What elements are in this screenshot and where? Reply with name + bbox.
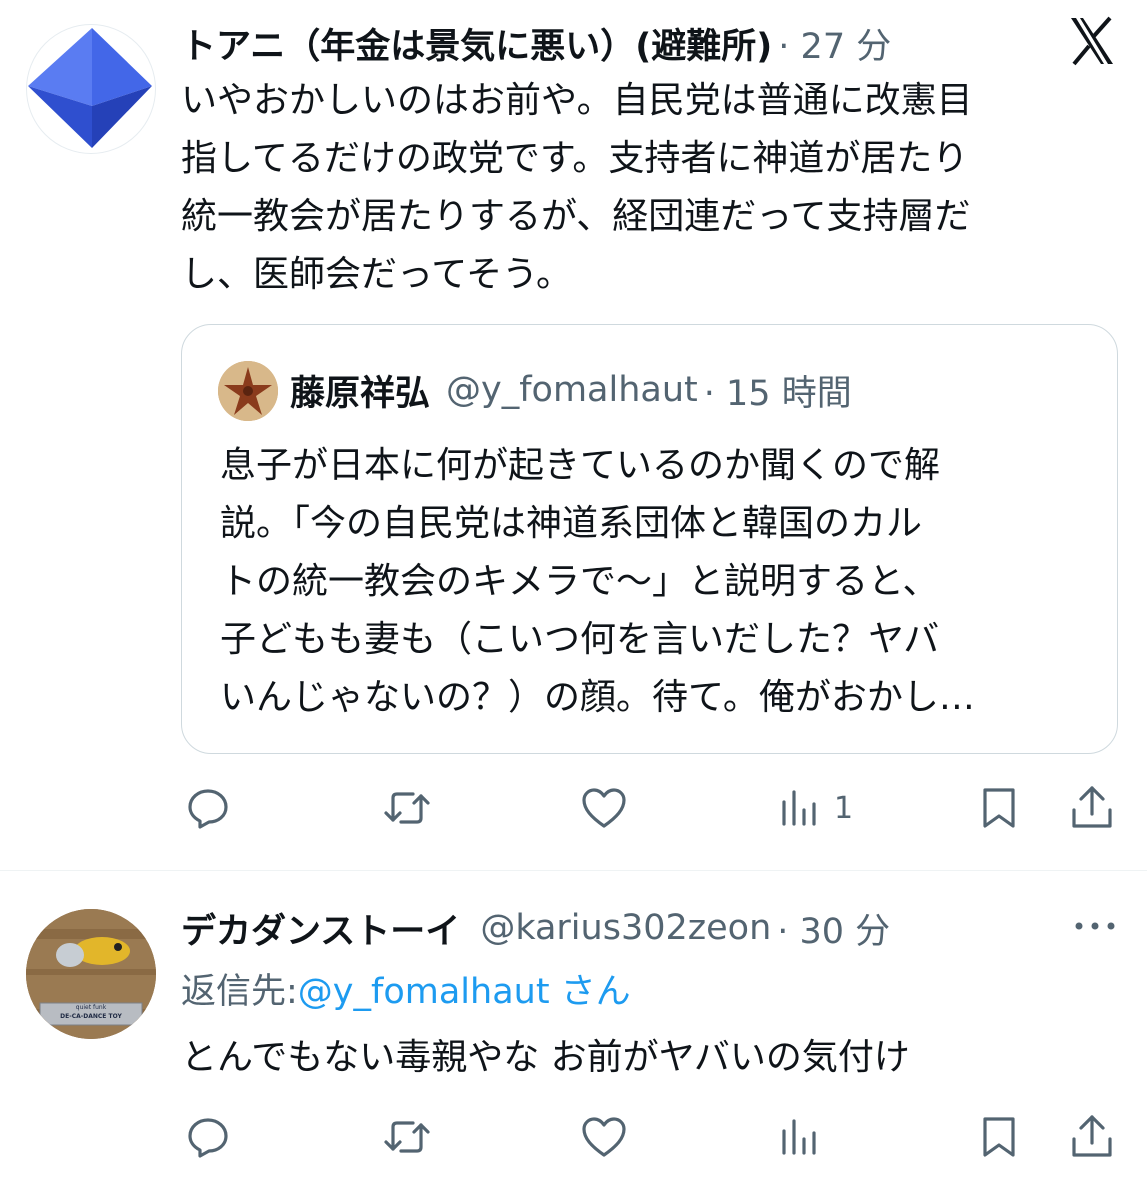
post-1-body-line: 統一教会が居たりするが、経団連だって支持層だ <box>181 196 971 237</box>
starfish-avatar-icon <box>218 361 278 421</box>
repost-icon <box>384 792 430 824</box>
repost-button[interactable] <box>382 1113 432 1161</box>
reply-button[interactable] <box>184 1113 232 1161</box>
post-1-author-name[interactable]: トアニ（年金は景気に悪い）(避難所) <box>181 18 772 69</box>
quoted-body-line: 息子が日本に何が起きているのか聞くので解 <box>220 445 941 486</box>
bookmark-icon <box>983 788 1015 828</box>
reply-icon <box>188 1118 228 1158</box>
quoted-author-name[interactable]: 藤原祥弘 <box>290 365 430 416</box>
post-2[interactable]: quiet funk DE-CA-DANCE TOY デカダンストーイ @kar… <box>0 871 1147 1200</box>
quoted-post-avatar[interactable] <box>218 361 278 421</box>
quoted-body-line: 子どもも妻も（こいつ何を言いだした？ヤバ <box>220 619 940 660</box>
views-count: 1 <box>834 790 854 826</box>
like-button[interactable] <box>580 1113 628 1161</box>
views-icon <box>782 790 816 826</box>
share-button[interactable] <box>1068 782 1116 832</box>
more-button[interactable] <box>1072 911 1118 941</box>
share-button[interactable] <box>1068 1111 1116 1161</box>
quoted-author-handle[interactable]: @y_fomalhaut <box>446 370 698 410</box>
repost-button[interactable] <box>382 784 432 832</box>
x-logo-icon[interactable] <box>1069 16 1115 66</box>
diamond-avatar-icon <box>28 28 152 148</box>
views-button[interactable] <box>780 1113 828 1161</box>
share-icon <box>1072 786 1112 828</box>
post-1-avatar[interactable] <box>26 24 156 154</box>
post-2-author-name[interactable]: デカダンストーイ <box>181 903 460 954</box>
reply-button[interactable] <box>184 784 232 832</box>
avatar-label-2: DE-CA-DANCE TOY <box>60 1013 122 1020</box>
reply-icon <box>188 789 228 829</box>
bookmark-icon <box>983 1117 1015 1157</box>
post-1-body-line: いやおかしいのはお前や。自民党は普通に改憲目 <box>181 80 973 121</box>
avatar-label-1: quiet funk <box>75 1004 107 1011</box>
views-icon <box>782 1119 816 1155</box>
bookmark-button[interactable] <box>976 1113 1022 1161</box>
quoted-body: 息子が日本に何が起きているのか聞くので解 説。「今の自民党は神道系団体と韓国のカ… <box>220 437 1100 727</box>
like-button[interactable] <box>580 784 628 832</box>
reply-to-link[interactable]: @y_fomalhaut さん <box>298 963 631 1014</box>
bookmark-button[interactable] <box>976 784 1022 832</box>
views-button[interactable]: 1 <box>780 784 870 832</box>
repost-icon <box>384 1121 430 1153</box>
quoted-body-line: 説。「今の自民党は神道系団体と韓国のカル <box>220 503 923 544</box>
heart-icon <box>582 1117 626 1157</box>
post-2-body-line: とんでもない毒親やな お前がヤバいの気付け <box>181 1037 910 1078</box>
post-1-body: いやおかしいのはお前や。自民党は普通に改憲目 指してるだけの政党です。支持者に神… <box>181 72 1111 304</box>
post-1-body-line: し、医師会だってそう。 <box>181 254 572 295</box>
quoted-post[interactable]: 藤原祥弘 @y_fomalhaut · 15 時間 息子が日本に何が起きているの… <box>181 324 1118 754</box>
reply-to-label: 返信先: <box>181 971 298 1012</box>
post-2-avatar[interactable]: quiet funk DE-CA-DANCE TOY <box>26 909 156 1039</box>
post-1[interactable]: トアニ（年金は景気に悪い）(避難所) · 27 分 いやおかしいのはお前や。自民… <box>0 0 1147 870</box>
quoted-body-line: トの統一教会のキメラで〜」と説明すると、 <box>220 561 939 602</box>
quoted-timestamp[interactable]: · 15 時間 <box>704 365 852 416</box>
heart-icon <box>582 788 626 828</box>
post-1-body-line: 指してるだけの政党です。支持者に神道が居たり <box>181 138 969 179</box>
post-2-timestamp[interactable]: · 30 分 <box>777 903 890 954</box>
post-1-timestamp[interactable]: · 27 分 <box>778 18 891 69</box>
quoted-body-line: いんじゃないの？）の顔。待て。俺がおかし… <box>220 677 975 718</box>
post-2-author-handle[interactable]: @karius302zeon <box>480 908 771 948</box>
share-icon <box>1072 1115 1112 1157</box>
more-icon <box>1075 922 1115 930</box>
post-2-body: とんでもない毒親やな お前がヤバいの気付け <box>181 1029 1111 1087</box>
